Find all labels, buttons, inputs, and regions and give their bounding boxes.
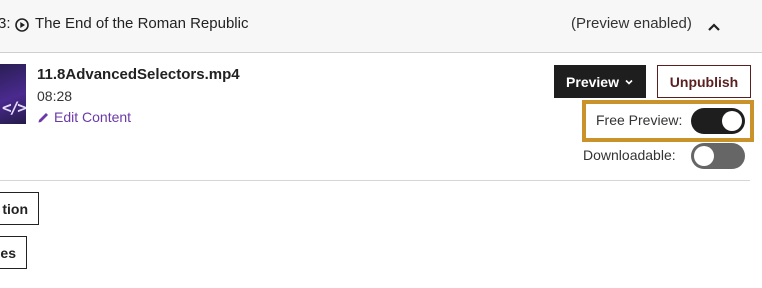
toggle-knob [694, 146, 714, 166]
free-preview-toggle[interactable] [691, 108, 745, 134]
video-thumbnail: </> [0, 64, 26, 124]
edit-content-label: Edit Content [54, 109, 132, 125]
preview-button-label: Preview [566, 73, 619, 90]
divider [0, 180, 750, 181]
preview-status-text: (Preview enabled) [571, 15, 692, 32]
free-preview-label: Free Preview: [596, 112, 683, 128]
section-chip[interactable]: ces [0, 236, 27, 269]
preview-button[interactable]: Preview [554, 65, 646, 98]
pencil-icon [38, 112, 48, 122]
lecture-header: 3: The End of the Roman Republic (Previe… [0, 0, 762, 53]
edit-content-link[interactable]: Edit Content [37, 109, 131, 125]
code-icon: </> [2, 98, 26, 117]
file-name: 11.8AdvancedSelectors.mp4 [37, 66, 240, 83]
toggle-knob [722, 111, 742, 131]
lecture-title: The End of the Roman Republic [35, 15, 249, 32]
downloadable-label: Downloadable: [583, 147, 676, 163]
video-duration: 08:28 [37, 88, 73, 104]
chevron-down-icon [625, 79, 633, 85]
unpublish-button[interactable]: Unpublish [657, 65, 751, 98]
section-chip[interactable]: tion [0, 192, 39, 225]
play-circle-icon [15, 18, 29, 32]
downloadable-toggle[interactable] [691, 143, 745, 169]
chevron-up-icon[interactable] [706, 19, 722, 35]
lecture-number: 3: [0, 15, 11, 32]
